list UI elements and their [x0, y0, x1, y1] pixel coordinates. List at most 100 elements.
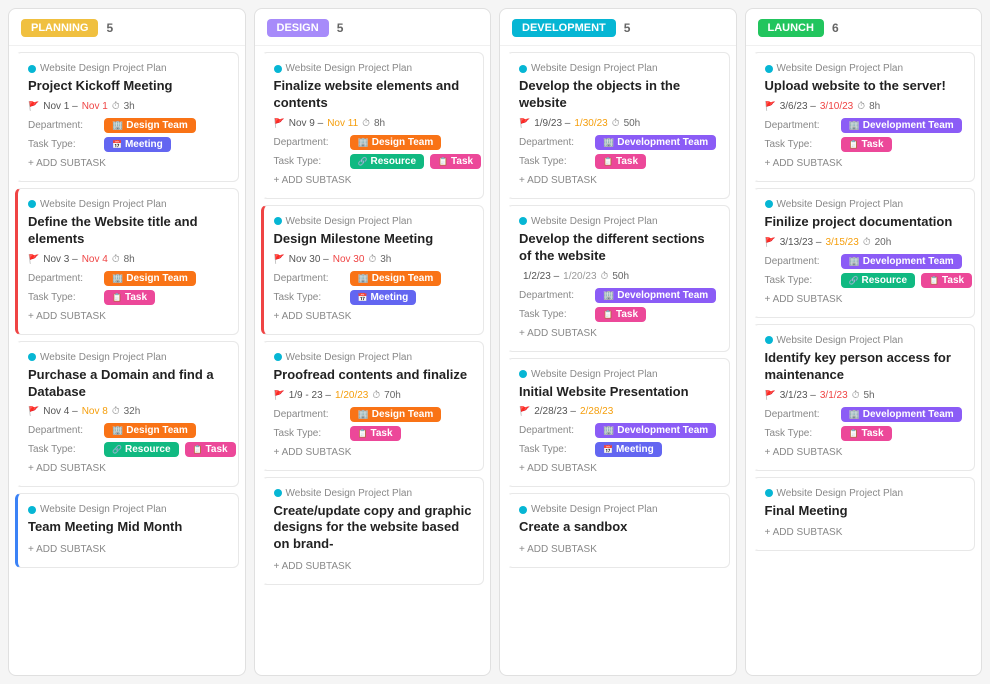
- tasktype-name: Resource: [861, 275, 907, 286]
- add-subtask-button[interactable]: + ADD SUBTASK: [519, 173, 719, 188]
- column-badge-launch: LAUNCH: [758, 19, 824, 37]
- date-start: Nov 3 –: [43, 254, 77, 265]
- tasktype-icon: 📋: [193, 445, 203, 454]
- kanban-board: PLANNING 5 Website Design Project PlanProj…: [0, 0, 990, 684]
- add-subtask-button[interactable]: + ADD SUBTASK: [765, 525, 965, 540]
- department-tag: 🏢Design Team: [104, 271, 196, 286]
- task-card[interactable]: Website Design Project PlanDevelop the o…: [506, 52, 730, 199]
- column-count-design: 5: [337, 21, 344, 35]
- project-name: Website Design Project Plan: [40, 504, 167, 515]
- department-name: Design Team: [126, 273, 188, 284]
- add-subtask-button[interactable]: + ADD SUBTASK: [765, 445, 965, 460]
- date-end: 3/15/23: [825, 237, 858, 248]
- add-subtask-button[interactable]: + ADD SUBTASK: [765, 156, 965, 171]
- date-start: 1/9 - 23 –: [289, 390, 331, 401]
- card-department-row: Department:🏢Development Team: [519, 423, 719, 438]
- date-end: 1/30/23: [574, 118, 607, 129]
- project-dot-icon: [274, 217, 282, 225]
- tasktype-icon: 🔗: [112, 445, 122, 454]
- date-start: 1/2/23 –: [523, 271, 559, 282]
- task-card[interactable]: Website Design Project Plan Develop the d…: [506, 205, 730, 352]
- task-card[interactable]: Website Design Project PlanInitial Websi…: [506, 358, 730, 488]
- task-card[interactable]: Website Design Project PlanPurchase a Do…: [15, 341, 239, 488]
- tasktype-icon: 📋: [112, 293, 122, 302]
- card-project-label: Website Design Project Plan: [519, 216, 719, 227]
- project-dot-icon: [28, 65, 36, 73]
- tasktype-tag: 📅Meeting: [350, 290, 417, 305]
- hours-value: 5h: [864, 390, 875, 401]
- project-dot-icon: [274, 353, 282, 361]
- task-card[interactable]: Website Design Project PlanProofread con…: [261, 341, 485, 471]
- add-subtask-button[interactable]: + ADD SUBTASK: [28, 461, 228, 476]
- add-subtask-button[interactable]: + ADD SUBTASK: [274, 173, 474, 188]
- hours-value: 70h: [384, 390, 401, 401]
- department-icon: 🏢: [112, 273, 123, 284]
- department-icon: 🏢: [358, 409, 369, 420]
- department-icon: 🏢: [358, 137, 369, 148]
- department-name: Development Team: [617, 425, 708, 436]
- card-project-label: Website Design Project Plan: [274, 216, 474, 227]
- project-name: Website Design Project Plan: [40, 352, 167, 363]
- card-project-label: Website Design Project Plan: [765, 63, 965, 74]
- card-title: Develop the different sections of the we…: [519, 231, 719, 265]
- card-tasktype-row: Task Type:📋Task: [274, 426, 474, 441]
- task-card[interactable]: Website Design Project PlanCreate/update…: [261, 477, 485, 586]
- add-subtask-button[interactable]: + ADD SUBTASK: [28, 156, 228, 171]
- date-start: Nov 9 –: [289, 118, 323, 129]
- tasktype-label: Task Type:: [274, 428, 344, 439]
- department-tag: 🏢Development Team: [595, 288, 716, 303]
- column-badge-planning: PLANNING: [21, 19, 98, 37]
- department-tag: 🏢Design Team: [350, 271, 442, 286]
- card-department-row: Department:🏢Design Team: [274, 135, 474, 150]
- task-card[interactable]: Website Design Project PlanCreate a sand…: [506, 493, 730, 568]
- task-card[interactable]: Website Design Project PlanFinal Meeting…: [752, 477, 976, 552]
- card-tasktype-row: Task Type:🔗Resource📋Task: [765, 273, 965, 288]
- task-card[interactable]: Website Design Project PlanDefine the We…: [15, 188, 239, 335]
- department-label: Department:: [519, 137, 589, 148]
- department-label: Department:: [28, 120, 98, 131]
- tasktype-icon: 🔗: [358, 157, 368, 166]
- department-name: Design Team: [126, 120, 188, 131]
- department-label: Department:: [274, 273, 344, 284]
- project-dot-icon: [765, 65, 773, 73]
- card-project-label: Website Design Project Plan: [519, 369, 719, 380]
- department-icon: 🏢: [603, 425, 614, 436]
- project-name: Website Design Project Plan: [777, 488, 904, 499]
- add-subtask-button[interactable]: + ADD SUBTASK: [28, 542, 228, 557]
- add-subtask-button[interactable]: + ADD SUBTASK: [519, 326, 719, 341]
- tasktype-tag: 📅Meeting: [595, 442, 662, 457]
- card-dates: 🚩Nov 4 – Nov 8 ⏱32h: [28, 406, 228, 417]
- add-subtask-button[interactable]: + ADD SUBTASK: [519, 461, 719, 476]
- add-subtask-button[interactable]: + ADD SUBTASK: [765, 292, 965, 307]
- task-card[interactable]: Website Design Project Plan Design Milest…: [261, 205, 485, 335]
- department-name: Design Team: [372, 137, 434, 148]
- add-subtask-button[interactable]: + ADD SUBTASK: [28, 309, 228, 324]
- task-card[interactable]: Website Design Project PlanIdentify key …: [752, 324, 976, 471]
- card-title: Team Meeting Mid Month: [28, 519, 228, 536]
- clock-icon: ⏱: [612, 118, 620, 129]
- add-subtask-button[interactable]: + ADD SUBTASK: [274, 559, 474, 574]
- department-label: Department:: [519, 290, 589, 301]
- tasktype-tag: 📋Task: [104, 290, 155, 305]
- add-subtask-button[interactable]: + ADD SUBTASK: [274, 445, 474, 460]
- add-subtask-button[interactable]: + ADD SUBTASK: [519, 542, 719, 557]
- hours-value: 32h: [124, 406, 141, 417]
- card-dates: 🚩1/9/23 – 1/30/23 ⏱50h: [519, 118, 719, 129]
- task-card[interactable]: Website Design Project PlanFinalize webs…: [261, 52, 485, 199]
- project-dot-icon: [765, 336, 773, 344]
- card-project-label: Website Design Project Plan: [519, 504, 719, 515]
- project-name: Website Design Project Plan: [777, 335, 904, 346]
- column-planning: PLANNING5Website Design Project PlanProj…: [8, 8, 246, 676]
- task-card[interactable]: Website Design Project Plan Team Meeting …: [15, 493, 239, 568]
- date-start: Nov 1 –: [43, 101, 77, 112]
- priority-flag-icon: 🚩: [28, 406, 39, 417]
- card-tasktype-row: Task Type:📋Task: [765, 137, 965, 152]
- priority-flag-icon: 🚩: [519, 118, 530, 129]
- task-card[interactable]: Website Design Project PlanFinilize proj…: [752, 188, 976, 318]
- task-card[interactable]: Website Design Project PlanProject Kicko…: [15, 52, 239, 182]
- project-name: Website Design Project Plan: [286, 63, 413, 74]
- card-tasktype-row: Task Type:📋Task: [28, 290, 228, 305]
- card-title: Design Milestone Meeting: [274, 231, 474, 248]
- add-subtask-button[interactable]: + ADD SUBTASK: [274, 309, 474, 324]
- task-card[interactable]: Website Design Project PlanUpload websit…: [752, 52, 976, 182]
